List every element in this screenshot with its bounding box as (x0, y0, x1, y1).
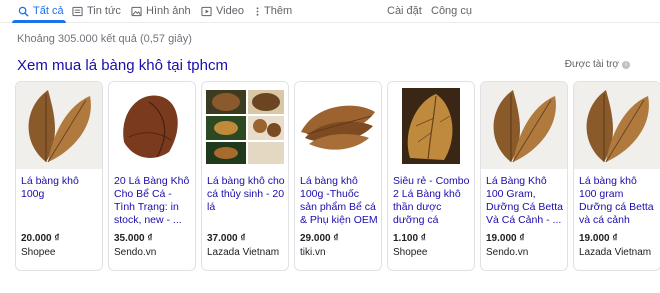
sponsored-label[interactable]: Được tài trợ i (565, 59, 630, 70)
search-tabs: Tất cả Tin tức Hình ảnh Video Thêm Cài đ… (0, 0, 660, 23)
product-store: Shopee (393, 247, 428, 258)
shopping-title-link[interactable]: Xem mua lá bàng khô tại tphcm (17, 57, 228, 74)
product-image (202, 82, 288, 169)
tab-all-label: Tất cả (33, 5, 64, 17)
product-store: Sendo.vn (114, 247, 157, 258)
tab-news[interactable]: Tin tức (72, 0, 121, 22)
product-price: 19.000 ₫ (486, 233, 525, 244)
product-card[interactable]: 20 Lá Bàng Khô Cho Bể Cá - Tình Trạng: i… (108, 81, 196, 271)
active-tab-indicator (12, 20, 66, 23)
product-image (16, 82, 102, 169)
product-image (481, 82, 567, 169)
tab-images[interactable]: Hình ảnh (131, 0, 191, 22)
sponsored-text: Được tài trợ (564, 59, 619, 70)
tab-video[interactable]: Video (201, 0, 244, 22)
tab-news-label: Tin tức (87, 5, 121, 17)
product-image (295, 82, 381, 169)
search-icon (18, 6, 29, 17)
product-card[interactable]: Lá bàng khô cho cá thủy sinh - 20 lá 37.… (201, 81, 289, 271)
tab-more-label: Thêm (264, 5, 293, 17)
tab-images-label: Hình ảnh (146, 5, 191, 17)
tools-button[interactable]: Công cụ (431, 0, 472, 22)
product-name[interactable]: 20 Lá Bàng Khô Cho Bể Cá - Tình Trạng: i… (114, 175, 192, 240)
more-vert-icon (256, 6, 259, 16)
product-card[interactable]: Lá bàng khô 100 gram Dưỡng cá Betta và c… (573, 81, 660, 271)
product-price: 29.000 ₫ (300, 233, 339, 244)
product-price: 20.000 ₫ (21, 233, 60, 244)
product-name[interactable]: Lá Bàng Khô 100 Gram, Dưỡng Cá Betta Và … (486, 175, 564, 240)
product-name[interactable]: Lá bàng khô 100g -Thuốc sản phẩm Bể cá &… (300, 175, 378, 240)
news-icon (72, 6, 83, 16)
product-name[interactable]: Lá bàng khô 100 gram Dưỡng cá Betta và c… (579, 175, 657, 240)
video-icon (201, 6, 212, 16)
image-icon (131, 6, 142, 16)
product-store: tiki.vn (300, 247, 326, 258)
settings-label: Cài đặt (387, 5, 422, 17)
result-stats: Khoảng 305.000 kết quả (0,57 giây) (17, 33, 192, 45)
product-image (388, 82, 474, 169)
product-price: 37.000 ₫ (207, 233, 246, 244)
product-name[interactable]: Siêu rẻ - Combo 2 Lá Bàng khô thần dược … (393, 175, 471, 240)
tab-video-label: Video (216, 5, 244, 17)
tab-more[interactable]: Thêm (255, 0, 292, 22)
product-image (574, 82, 660, 169)
product-store: Lazada Vietnam (207, 247, 280, 258)
info-icon: i (622, 60, 630, 69)
product-store: Shopee (21, 247, 56, 258)
product-card[interactable]: Lá bàng khô 100g -Thuốc sản phẩm Bể cá &… (294, 81, 382, 271)
settings-button[interactable]: Cài đặt (387, 0, 422, 22)
product-name[interactable]: Lá bàng khô cho cá thủy sinh - 20 lá (207, 175, 285, 240)
product-store: Sendo.vn (486, 247, 529, 258)
product-price: 19.000 ₫ (579, 233, 618, 244)
tab-all[interactable]: Tất cả (12, 0, 66, 23)
product-card[interactable]: Siêu rẻ - Combo 2 Lá Bàng khô thần dược … (387, 81, 475, 271)
product-name[interactable]: Lá bàng khô 100g (21, 175, 99, 240)
product-card[interactable]: Lá bàng khô 100g 20.000 ₫ Shopee (15, 81, 103, 271)
product-price: 35.000 ₫ (114, 233, 153, 244)
product-image (109, 82, 195, 169)
product-price: 1.100 ₫ (393, 233, 426, 244)
tools-label: Công cụ (431, 5, 472, 17)
product-store: Lazada Vietnam (579, 247, 652, 258)
product-card[interactable]: Lá Bàng Khô 100 Gram, Dưỡng Cá Betta Và … (480, 81, 568, 271)
